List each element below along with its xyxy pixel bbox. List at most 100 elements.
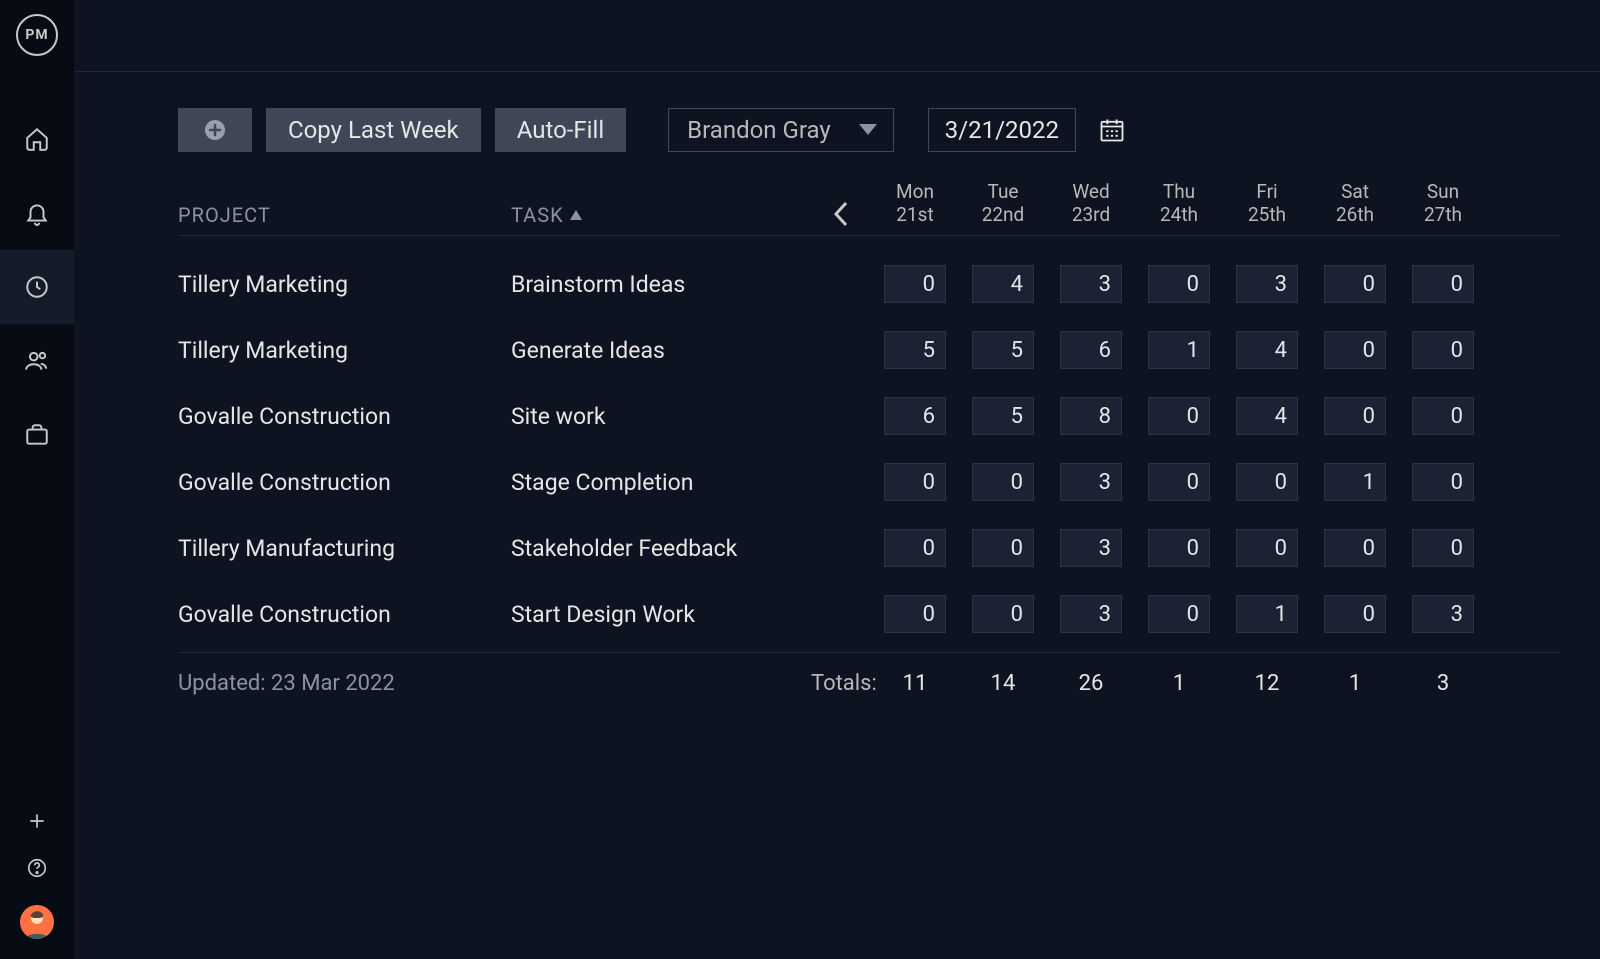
hour-cell[interactable]: 5 — [884, 331, 946, 369]
row-project: Tillery Marketing — [178, 271, 511, 298]
day-header-mon: Mon21st — [871, 181, 959, 227]
calendar-icon — [1098, 116, 1126, 144]
sidebar-item-portfolio[interactable] — [0, 398, 74, 472]
day-header-sat: Sat26th — [1311, 181, 1399, 227]
sidebar: PM — [0, 0, 74, 959]
hour-cell[interactable]: 6 — [884, 397, 946, 435]
hour-cell[interactable]: 0 — [884, 529, 946, 567]
hour-cell[interactable]: 0 — [1148, 529, 1210, 567]
total-sat: 1 — [1311, 671, 1399, 696]
auto-fill-button[interactable]: Auto-Fill — [495, 108, 626, 152]
topbar — [74, 0, 1600, 72]
hour-cell[interactable]: 0 — [1412, 529, 1474, 567]
hour-cell[interactable]: 0 — [1412, 463, 1474, 501]
hour-cell[interactable]: 5 — [972, 397, 1034, 435]
sort-asc-icon — [570, 210, 582, 220]
plus-circle-icon — [203, 118, 227, 142]
sidebar-item-users[interactable] — [0, 324, 74, 398]
hour-cell[interactable]: 4 — [1236, 331, 1298, 369]
hour-cell[interactable]: 0 — [972, 595, 1034, 633]
row-project: Govalle Construction — [178, 403, 511, 430]
calendar-picker-button[interactable] — [1090, 108, 1134, 152]
clock-icon — [24, 274, 50, 300]
total-mon: 11 — [871, 671, 959, 696]
hour-cell[interactable]: 0 — [884, 463, 946, 501]
hour-cell[interactable]: 4 — [1236, 397, 1298, 435]
hour-cell[interactable]: 0 — [1236, 529, 1298, 567]
row-task: Site work — [511, 403, 811, 430]
user-select-value: Brandon Gray — [687, 116, 831, 144]
row-task: Start Design Work — [511, 601, 811, 628]
hour-cell[interactable]: 0 — [1412, 265, 1474, 303]
help-icon — [26, 857, 48, 879]
hour-cell[interactable]: 0 — [1412, 397, 1474, 435]
day-header-tue: Tue22nd — [959, 181, 1047, 227]
hour-cell[interactable]: 3 — [1060, 265, 1122, 303]
row-project: Tillery Marketing — [178, 337, 511, 364]
total-sun: 3 — [1399, 671, 1487, 696]
hour-cell[interactable]: 0 — [1148, 397, 1210, 435]
app-logo[interactable]: PM — [16, 14, 58, 56]
chevron-down-icon — [859, 124, 877, 136]
timesheet-row: Tillery MarketingGenerate Ideas5561400 — [178, 324, 1560, 376]
chevron-left-icon — [833, 201, 849, 227]
timesheet-row: Tillery MarketingBrainstorm Ideas0430300 — [178, 258, 1560, 310]
updated-text: Updated: 23 Mar 2022 — [178, 671, 511, 696]
bell-icon — [24, 200, 50, 226]
hour-cell[interactable]: 1 — [1324, 463, 1386, 501]
hour-cell[interactable]: 3 — [1060, 463, 1122, 501]
hour-cell[interactable]: 3 — [1060, 529, 1122, 567]
sidebar-item-notifications[interactable] — [0, 176, 74, 250]
hour-cell[interactable]: 0 — [1148, 463, 1210, 501]
timesheet-footer: Updated: 23 Mar 2022 Totals: 11 14 26 1 … — [178, 652, 1560, 714]
timesheet-row: Tillery ManufacturingStakeholder Feedbac… — [178, 522, 1560, 574]
hour-cell[interactable]: 0 — [1324, 331, 1386, 369]
hour-cell[interactable]: 8 — [1060, 397, 1122, 435]
timesheet-row: Govalle ConstructionStage Completion0030… — [178, 456, 1560, 508]
hour-cell[interactable]: 1 — [1236, 595, 1298, 633]
sidebar-item-add[interactable] — [0, 811, 74, 831]
row-task: Stage Completion — [511, 469, 811, 496]
row-project: Govalle Construction — [178, 469, 511, 496]
totals-label: Totals: — [811, 671, 871, 696]
column-header-project[interactable]: PROJECT — [178, 203, 511, 227]
main-panel: Copy Last Week Auto-Fill Brandon Gray 3/… — [74, 0, 1600, 959]
hour-cell[interactable]: 0 — [1148, 595, 1210, 633]
add-row-button[interactable] — [178, 108, 252, 152]
hour-cell[interactable]: 0 — [1412, 331, 1474, 369]
total-fri: 12 — [1223, 671, 1311, 696]
row-task: Generate Ideas — [511, 337, 811, 364]
hour-cell[interactable]: 0 — [972, 529, 1034, 567]
day-header-wed: Wed23rd — [1047, 181, 1135, 227]
hour-cell[interactable]: 0 — [1324, 397, 1386, 435]
hour-cell[interactable]: 0 — [1324, 595, 1386, 633]
hour-cell[interactable]: 1 — [1148, 331, 1210, 369]
app-logo-text: PM — [25, 27, 48, 43]
hour-cell[interactable]: 5 — [972, 331, 1034, 369]
sidebar-item-home[interactable] — [0, 102, 74, 176]
hour-cell[interactable]: 0 — [884, 265, 946, 303]
hour-cell[interactable]: 0 — [972, 463, 1034, 501]
hour-cell[interactable]: 0 — [1236, 463, 1298, 501]
hour-cell[interactable]: 3 — [1236, 265, 1298, 303]
total-tue: 14 — [959, 671, 1047, 696]
day-header-sun: Sun27th — [1399, 181, 1487, 227]
date-input[interactable]: 3/21/2022 — [928, 108, 1076, 152]
hour-cell[interactable]: 3 — [1060, 595, 1122, 633]
copy-last-week-button[interactable]: Copy Last Week — [266, 108, 481, 152]
hour-cell[interactable]: 0 — [1324, 265, 1386, 303]
hour-cell[interactable]: 3 — [1412, 595, 1474, 633]
timesheet-row: Govalle ConstructionSite work6580400 — [178, 390, 1560, 442]
column-header-task[interactable]: TASK — [511, 203, 811, 227]
user-avatar[interactable] — [20, 905, 54, 939]
timesheet-row: Govalle ConstructionStart Design Work003… — [178, 588, 1560, 640]
sidebar-item-help[interactable] — [0, 857, 74, 879]
hour-cell[interactable]: 0 — [884, 595, 946, 633]
previous-week-button[interactable] — [811, 201, 871, 227]
hour-cell[interactable]: 0 — [1148, 265, 1210, 303]
hour-cell[interactable]: 0 — [1324, 529, 1386, 567]
user-select[interactable]: Brandon Gray — [668, 108, 894, 152]
hour-cell[interactable]: 4 — [972, 265, 1034, 303]
hour-cell[interactable]: 6 — [1060, 331, 1122, 369]
sidebar-item-timesheet[interactable] — [0, 250, 74, 324]
